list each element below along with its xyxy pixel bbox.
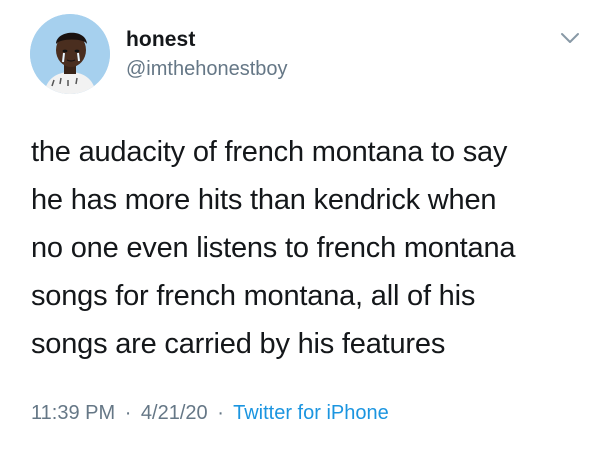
meta-separator: · xyxy=(124,402,132,424)
tweet-meta: 11:39 PM · 4/21/20 · Twitter for iPhone xyxy=(31,402,389,425)
meta-separator: · xyxy=(217,402,224,424)
chevron-down-icon[interactable] xyxy=(559,30,581,46)
user-handle[interactable]: @imthehonestboy xyxy=(126,58,288,81)
display-name[interactable]: honest xyxy=(126,28,195,52)
tweet-card: honest @imthehonestboy the audacity of f… xyxy=(0,0,595,452)
tweet-time[interactable]: 11:39 PM xyxy=(31,402,115,424)
avatar-illustration xyxy=(30,14,110,94)
tweet-source-link[interactable]: Twitter for iPhone xyxy=(233,402,389,424)
tweet-text: the audacity of french montana to say he… xyxy=(31,136,516,360)
tweet-date[interactable]: 4/21/20 xyxy=(141,402,208,424)
avatar[interactable] xyxy=(30,14,110,94)
